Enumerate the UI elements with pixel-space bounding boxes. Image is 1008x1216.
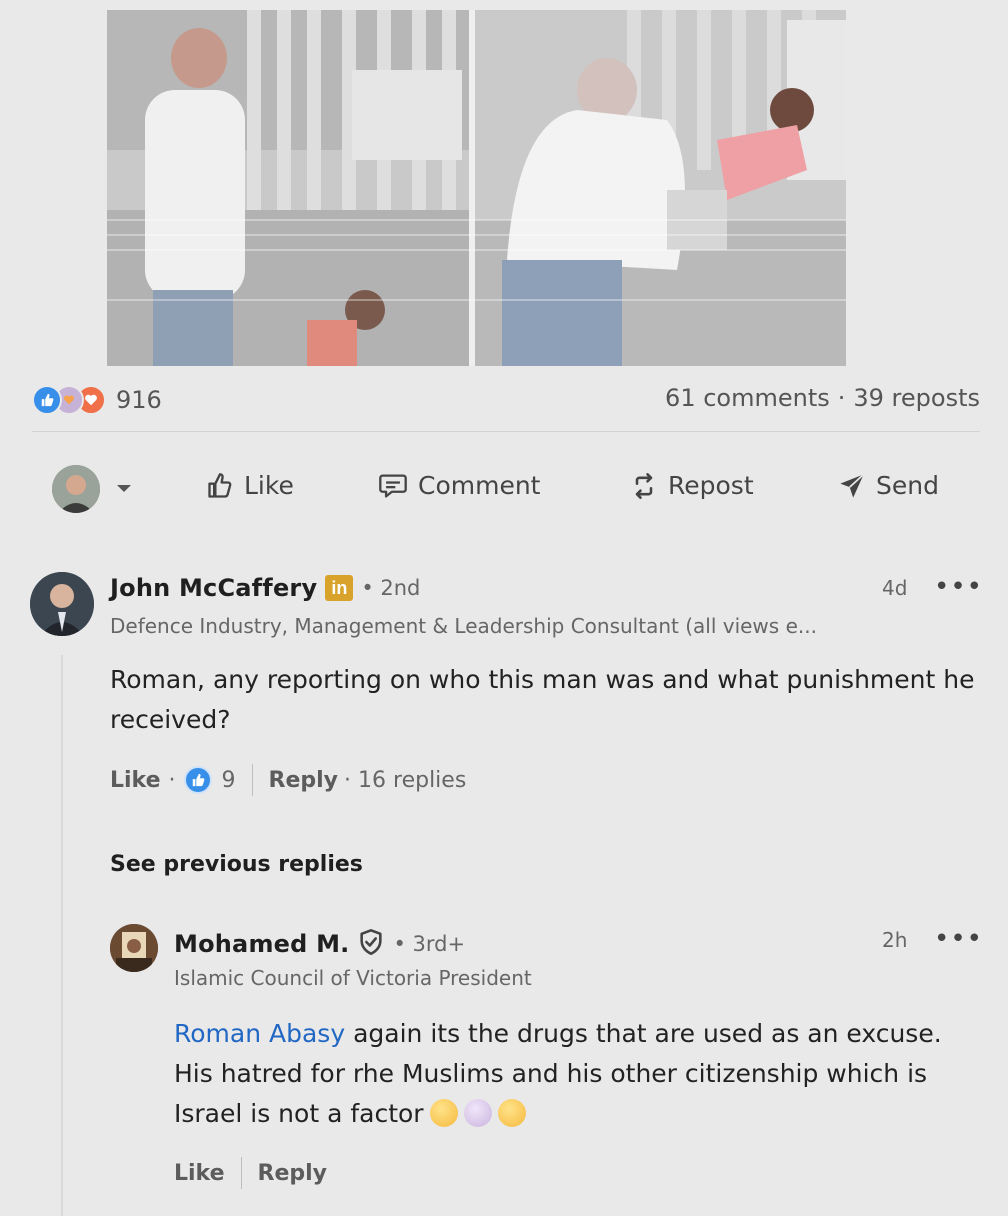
like-reaction-icon xyxy=(183,766,212,794)
reply-author-headline: Islamic Council of Victoria President xyxy=(174,966,532,990)
more-options-icon[interactable]: ••• xyxy=(934,572,983,602)
comment-author-row: John McCaffery in • 2nd xyxy=(110,574,420,602)
divider xyxy=(251,764,253,796)
connection-degree: • 3rd+ xyxy=(393,932,466,956)
comment-like-count: 9 xyxy=(221,767,236,793)
comment-author-headline: Defence Industry, Management & Leadershi… xyxy=(110,614,817,638)
comment-button[interactable]: Comment xyxy=(378,471,541,500)
repost-label: Repost xyxy=(668,471,754,500)
connection-degree: • 2nd xyxy=(361,576,421,600)
comment-actions: Like · 9 Reply · 16 replies xyxy=(110,764,466,796)
verified-shield-icon xyxy=(357,928,385,960)
repost-icon xyxy=(635,472,653,499)
commenter-avatar[interactable] xyxy=(30,572,94,636)
comment-author-name[interactable]: John McCaffery xyxy=(110,574,317,602)
thinking-face-icon xyxy=(429,1099,458,1127)
replies-count[interactable]: · 16 replies xyxy=(344,768,466,793)
count-separator: · xyxy=(837,384,846,412)
reaction-count: 916 xyxy=(116,386,162,414)
send-icon xyxy=(840,473,865,498)
thread-line xyxy=(61,655,63,1216)
reply-text: Roman Abasy again its the drugs that are… xyxy=(174,1014,980,1134)
send-label: Send xyxy=(876,471,939,500)
repost-button[interactable]: Repost xyxy=(630,471,754,500)
engagement-counts: 61 comments · 39 reposts xyxy=(665,384,980,412)
reply-author-row: Mohamed M. • 3rd+ xyxy=(174,928,465,960)
reply-actions: Like Reply xyxy=(174,1156,327,1190)
comment-icon xyxy=(379,473,407,498)
more-options-icon[interactable]: ••• xyxy=(934,924,983,954)
dot-separator: · xyxy=(168,767,176,793)
chevron-down-icon[interactable] xyxy=(114,478,134,502)
reply-author-avatar[interactable] xyxy=(110,924,158,972)
see-previous-replies-button[interactable]: See previous replies xyxy=(110,852,363,877)
like-button[interactable]: Like xyxy=(206,471,294,500)
reply-timestamp: 2h xyxy=(882,928,908,952)
comment-reply-button[interactable]: Reply xyxy=(269,768,339,793)
like-reaction-icon xyxy=(32,385,62,415)
action-bar: Like Comment Repost Send xyxy=(32,458,980,520)
comments-count-link[interactable]: 61 comments xyxy=(665,384,830,412)
post-image[interactable] xyxy=(107,10,846,366)
comment-like-button[interactable]: Like xyxy=(110,768,161,793)
mention-link[interactable]: Roman Abasy xyxy=(174,1019,345,1048)
premium-linkedin-icon: in xyxy=(325,575,354,601)
thumbs-up-icon xyxy=(208,472,232,498)
actor-avatar[interactable] xyxy=(52,465,100,513)
divider xyxy=(240,1157,242,1189)
comment-label: Comment xyxy=(418,471,541,500)
face-emoji-icon xyxy=(463,1099,492,1127)
divider xyxy=(32,431,980,432)
reactions-summary[interactable]: 916 xyxy=(32,384,162,416)
reply-author-name[interactable]: Mohamed M. xyxy=(174,930,349,958)
thinking-face-icon xyxy=(497,1099,526,1127)
comment-timestamp: 4d xyxy=(882,576,908,600)
reply-like-button[interactable]: Like xyxy=(174,1161,225,1186)
reply-reply-button[interactable]: Reply xyxy=(258,1161,328,1186)
comment-text: Roman, any reporting on who this man was… xyxy=(110,665,975,734)
reposts-count-link[interactable]: 39 reposts xyxy=(853,384,980,412)
send-button[interactable]: Send xyxy=(838,471,939,500)
like-label: Like xyxy=(244,471,294,500)
